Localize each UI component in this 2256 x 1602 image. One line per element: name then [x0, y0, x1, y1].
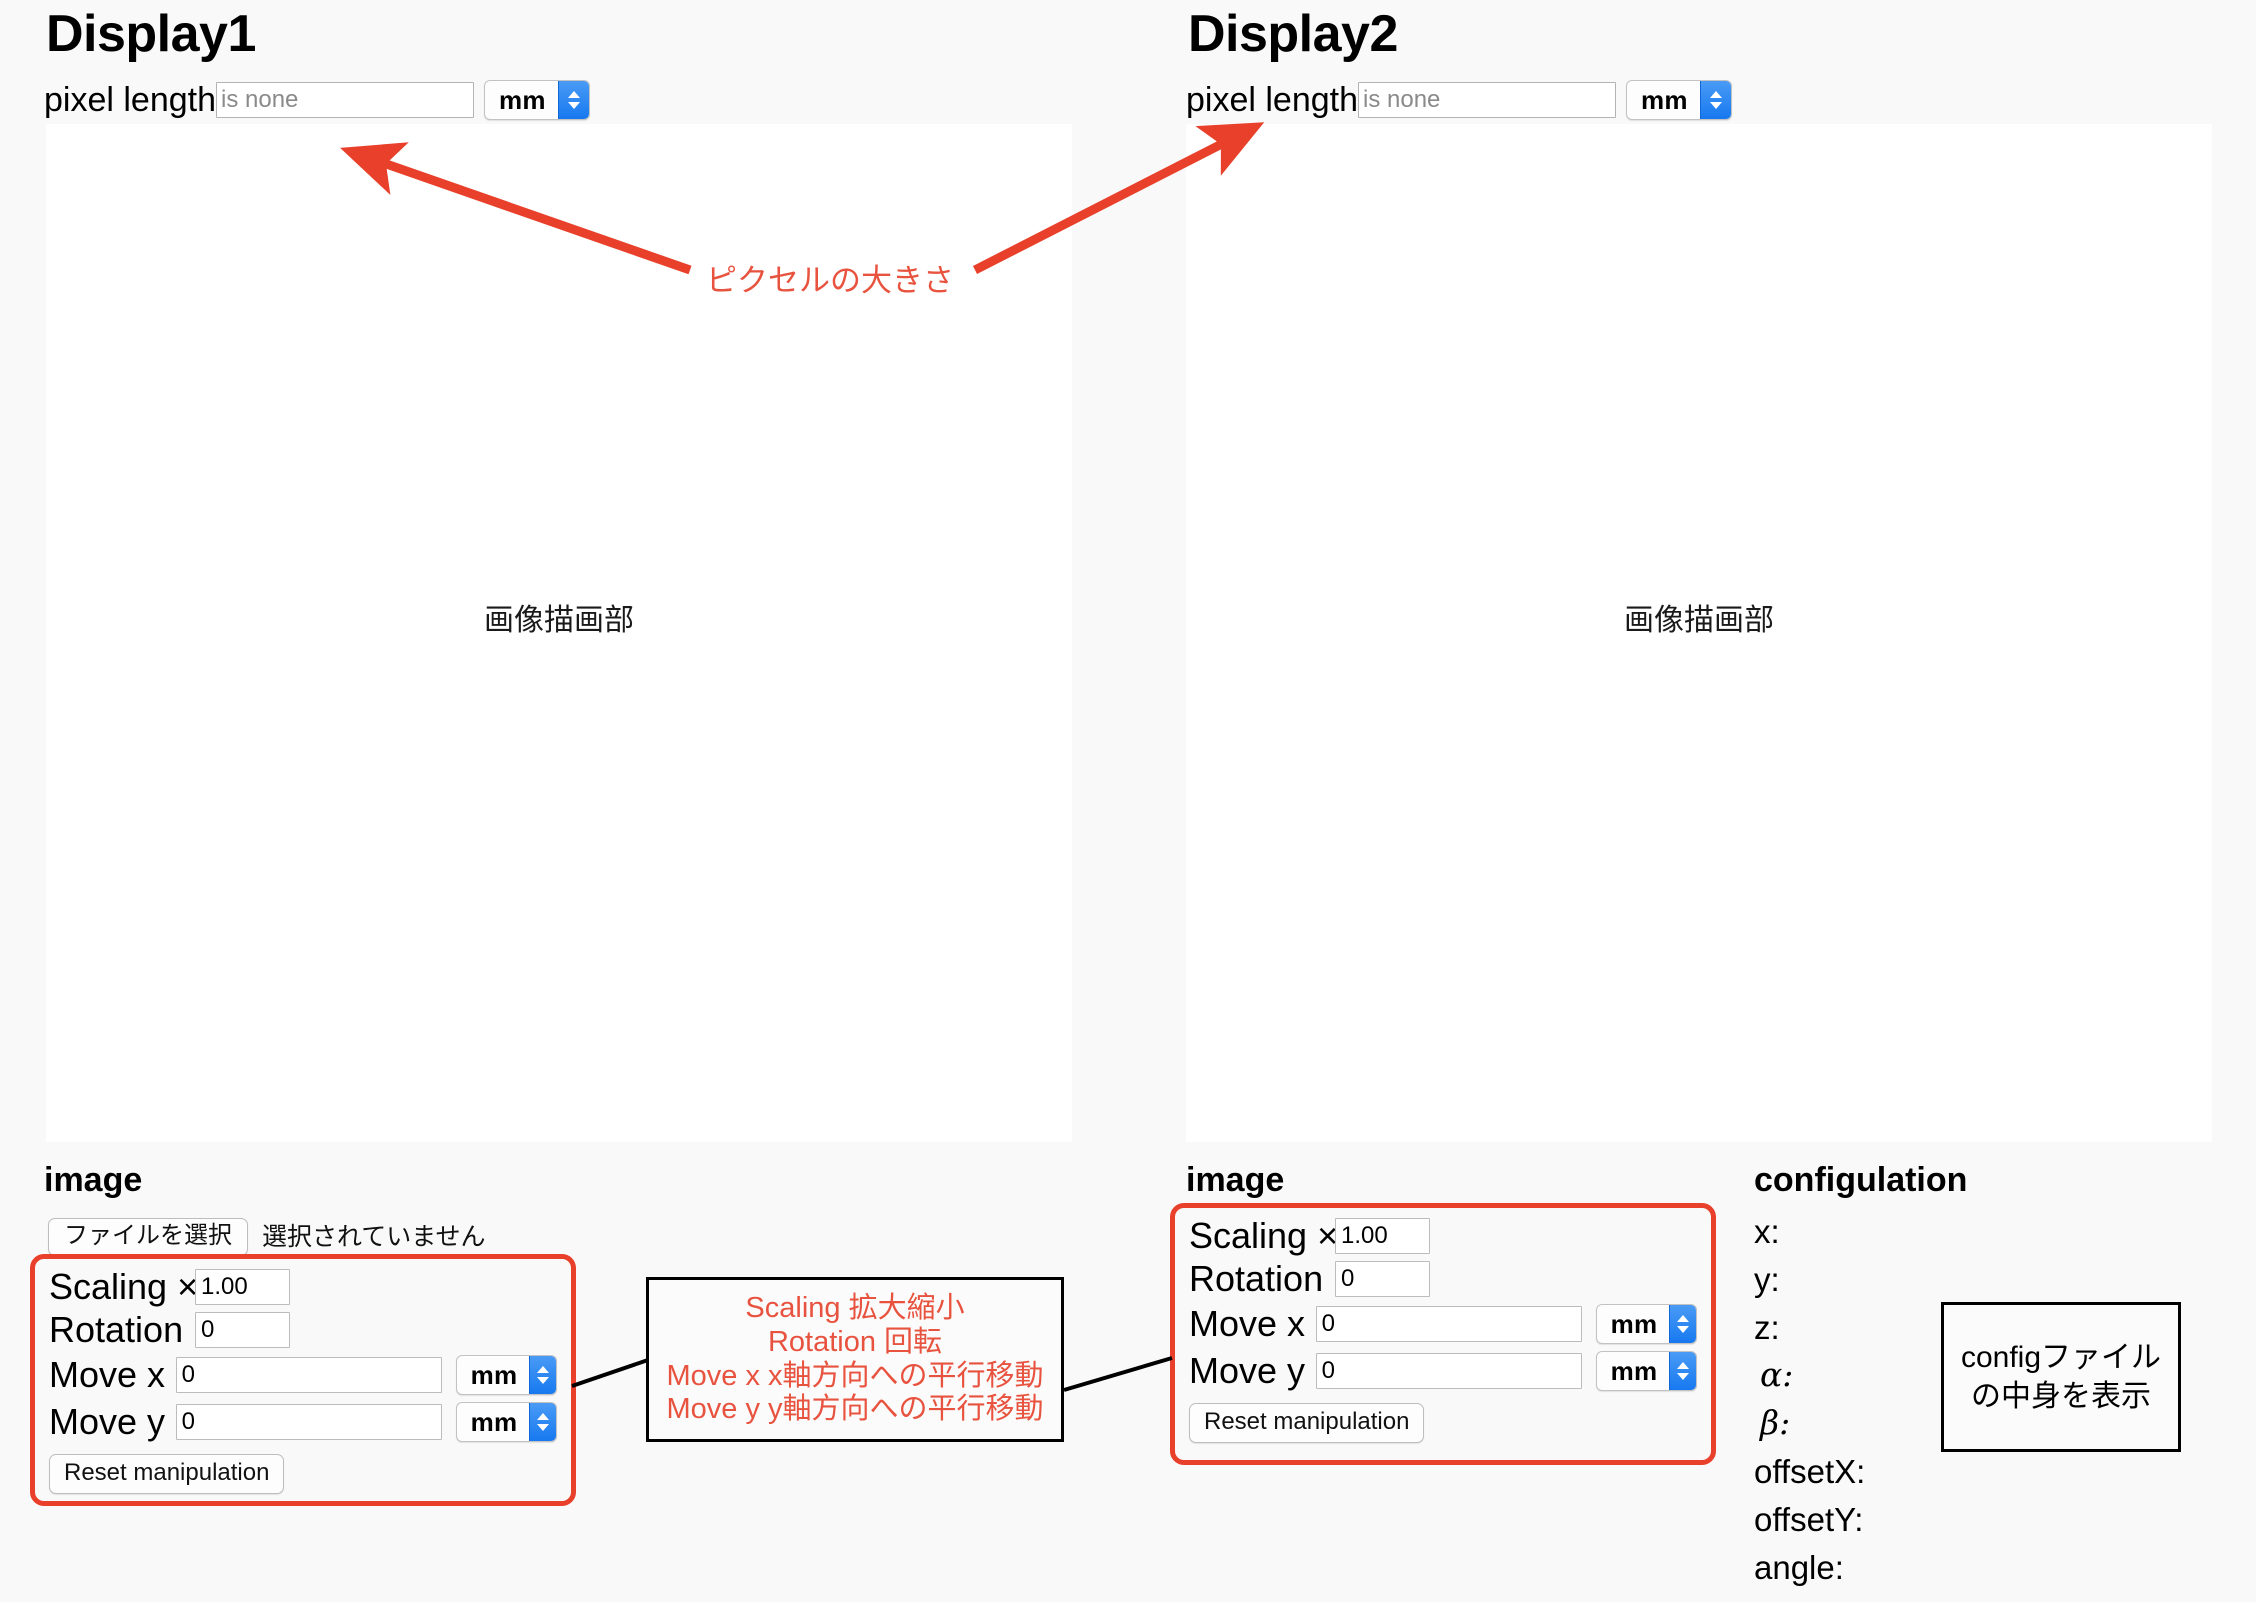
manip1-scaling-row: Scaling × [49, 1269, 557, 1305]
display2-unit-value: mm [1641, 84, 1688, 115]
chevron-updown-icon [1699, 81, 1731, 119]
display2-title: Display2 [1188, 5, 1398, 63]
image-panel-2-heading: image [1186, 1161, 1285, 1199]
image-panel-1-heading: image [44, 1161, 143, 1199]
chevron-updown-icon [529, 1403, 556, 1441]
display1-canvas-label: 画像描画部 [484, 604, 634, 637]
display1-pixel-length-input[interactable] [216, 82, 475, 118]
display2-pixel-length-label: pixel length [1186, 81, 1359, 119]
manip1-scaling-input[interactable] [195, 1269, 290, 1305]
chevron-updown-icon [1669, 1352, 1696, 1390]
display2-pixel-length-row: pixel length mm [1186, 80, 1732, 120]
display2-canvas-label: 画像描画部 [1624, 604, 1774, 637]
config-item-y: y: [1754, 1261, 1780, 1298]
config-item-beta: β: [1760, 1403, 1791, 1442]
config-item-offsetx: offsetX: [1754, 1453, 1866, 1490]
manip2-move-y-row: Move y mm [1189, 1351, 1697, 1391]
manip1-move-y-unit-value: mm [470, 1406, 518, 1437]
manip1-move-x-unit-value: mm [470, 1359, 518, 1390]
choose-file-button[interactable]: ファイルを選択 [48, 1218, 248, 1256]
manipulation-note-leader-left [571, 1358, 649, 1388]
file-status-label: 選択されていません [262, 1222, 486, 1251]
manip2-rotation-label: Rotation [1189, 1258, 1324, 1299]
display2-canvas[interactable]: 画像描画部 [1186, 124, 2212, 1142]
config-item-z: z: [1754, 1309, 1780, 1346]
config-item-offsety: offsetY: [1754, 1501, 1864, 1538]
display1-unit-value: mm [499, 84, 546, 115]
manip1-rotation-input[interactable] [195, 1312, 290, 1348]
manip2-scaling-row: Scaling × [1189, 1218, 1697, 1254]
display1-pixel-length-row: pixel length mm [44, 80, 590, 120]
manipulation-note-leader-right [1063, 1356, 1173, 1392]
pixel-size-annotation-text: ピクセルの大きさ [706, 263, 954, 298]
manip1-move-y-label: Move y [49, 1401, 166, 1442]
config-item-x: x: [1754, 1213, 1780, 1250]
display2-pixel-length-unit-select[interactable]: mm [1626, 80, 1732, 120]
manipulation-note-line-3: Move x x軸方向への平行移動 [666, 1359, 1044, 1392]
image-panel-1-manipulation-group: Scaling × Rotation Move x mm Move y mm R… [30, 1254, 576, 1506]
manip2-move-x-unit-select[interactable]: mm [1595, 1304, 1697, 1344]
manip2-move-x-input[interactable] [1315, 1306, 1582, 1342]
manip1-scaling-label: Scaling × [49, 1266, 199, 1307]
config-item-alpha: α: [1760, 1355, 1794, 1394]
config-note-box: configファイル の中身を表示 [1941, 1302, 2181, 1452]
manip1-reset-button[interactable]: Reset manipulation [49, 1454, 285, 1494]
display1-pixel-length-label: pixel length [44, 81, 217, 119]
manip1-move-y-input[interactable] [175, 1404, 442, 1440]
manip2-reset-button[interactable]: Reset manipulation [1189, 1403, 1425, 1443]
config-note-line-2: の中身を表示 [1971, 1380, 2151, 1413]
configuration-heading: configulation [1754, 1161, 1968, 1199]
config-item-angle: angle: [1754, 1549, 1844, 1586]
manip2-move-x-row: Move x mm [1189, 1304, 1697, 1344]
image-panel-2-manipulation-group: Scaling × Rotation Move x mm Move y mm R… [1170, 1203, 1716, 1465]
image-panel-1-file-row: ファイルを選択 選択されていません [48, 1218, 486, 1256]
display1-pixel-length-unit-select[interactable]: mm [484, 80, 590, 120]
manipulation-note-line-4: Move y y軸方向への平行移動 [666, 1393, 1044, 1426]
manip1-move-y-unit-select[interactable]: mm [455, 1402, 557, 1442]
manipulation-note-line-2: Rotation 回転 [767, 1325, 943, 1358]
manip1-move-x-label: Move x [49, 1354, 166, 1395]
manip2-scaling-label: Scaling × [1189, 1215, 1339, 1256]
manip1-rotation-row: Rotation [49, 1312, 557, 1348]
manipulation-note-line-1: Scaling 拡大縮小 [745, 1292, 965, 1325]
config-note-line-1: configファイル [1960, 1341, 2162, 1374]
manip2-move-y-input[interactable] [1315, 1353, 1582, 1389]
display1-title: Display1 [46, 5, 256, 63]
manip2-scaling-input[interactable] [1335, 1218, 1430, 1254]
chevron-updown-icon [557, 81, 589, 119]
manip2-move-y-unit-value: mm [1610, 1355, 1658, 1386]
manipulation-note-box: Scaling 拡大縮小 Rotation 回転 Move x x軸方向への平行… [646, 1277, 1064, 1442]
manip2-move-y-unit-select[interactable]: mm [1595, 1351, 1697, 1391]
manip1-move-x-row: Move x mm [49, 1355, 557, 1395]
display2-pixel-length-input[interactable] [1358, 82, 1617, 118]
manip1-rotation-label: Rotation [49, 1309, 184, 1350]
manip1-move-y-row: Move y mm [49, 1402, 557, 1442]
manip2-rotation-input[interactable] [1335, 1261, 1430, 1297]
manip2-move-x-unit-value: mm [1610, 1308, 1658, 1339]
manip1-move-x-unit-select[interactable]: mm [455, 1355, 557, 1395]
manip2-move-y-label: Move y [1189, 1350, 1306, 1391]
chevron-updown-icon [1669, 1305, 1696, 1343]
manip2-move-x-label: Move x [1189, 1303, 1306, 1344]
chevron-updown-icon [529, 1356, 556, 1394]
manip1-move-x-input[interactable] [175, 1357, 442, 1393]
manip2-rotation-row: Rotation [1189, 1261, 1697, 1297]
